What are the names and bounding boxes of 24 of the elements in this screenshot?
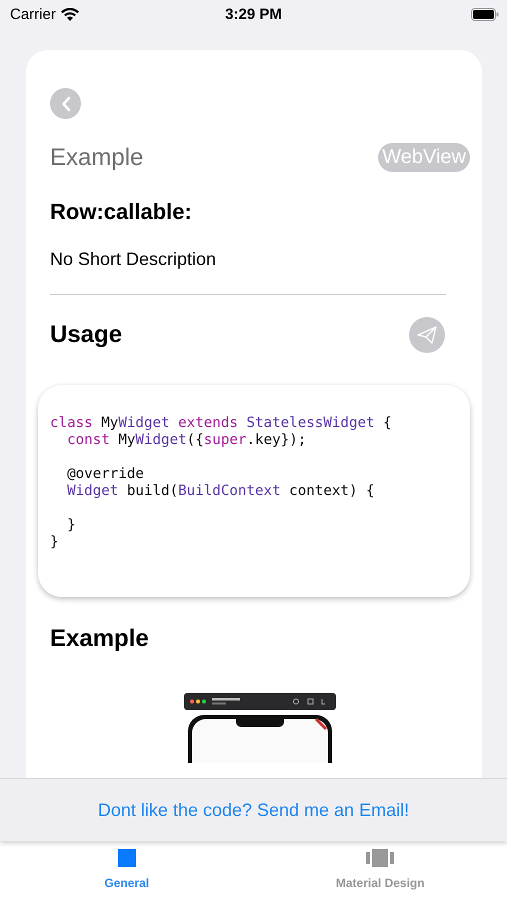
carrier-label: Carrier: [10, 6, 56, 22]
code-line: const MyWidget({super.key});: [66, 432, 308, 449]
wifi-icon: [60, 8, 79, 20]
tab[interactable]: General: [0, 841, 254, 900]
code-line: }: [66, 517, 77, 534]
carousel-icon: [366, 849, 394, 867]
clock-time: 3:29 PM: [225, 6, 282, 22]
widget-description: No Short Description: [50, 249, 218, 270]
email-link[interactable]: Dont like the code? Send me an Email!: [98, 800, 410, 820]
code-line: }: [50, 534, 60, 551]
code-line: Widget build(BuildContext context) {: [66, 483, 376, 500]
square-icon: [118, 849, 136, 867]
widget-name: Row:callable:: [50, 199, 193, 225]
page-title: Example: [50, 144, 144, 172]
chevron-left-icon: [60, 96, 70, 112]
tab[interactable]: Material Design: [254, 841, 507, 900]
section-heading: Example: [50, 625, 150, 653]
code-line: @override: [66, 466, 145, 483]
battery-icon: [471, 8, 499, 20]
section-heading: Usage: [50, 321, 122, 349]
paper-plane-icon: [417, 326, 437, 344]
send-button[interactable]: [409, 317, 445, 353]
code-line: class MyWidget extends StatelessWidget {: [50, 415, 393, 432]
back-button[interactable]: [50, 88, 81, 119]
